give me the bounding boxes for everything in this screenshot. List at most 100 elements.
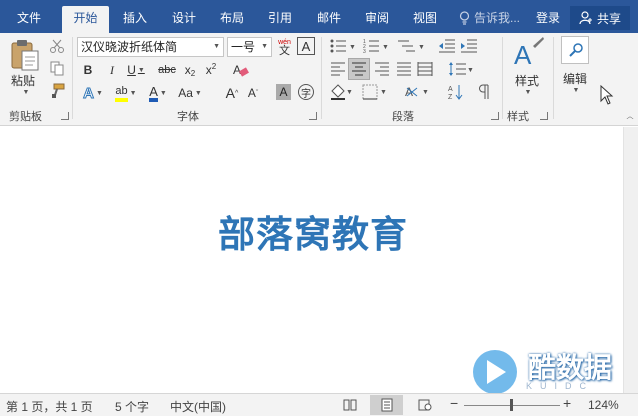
watermark-title: 酷数据 xyxy=(528,351,613,384)
separator xyxy=(72,37,73,119)
highlighter-icon: ab xyxy=(115,85,128,102)
document-text[interactable]: 部落窝教育 xyxy=(218,204,408,258)
zoom-in-button[interactable]: + xyxy=(563,395,571,411)
styles-button[interactable]: 样式 xyxy=(515,72,539,89)
person-icon xyxy=(579,11,592,25)
clipboard-group-label: 剪贴板 xyxy=(9,111,42,123)
svg-text:3: 3 xyxy=(363,49,366,54)
tab-mailings[interactable]: 邮件 xyxy=(308,6,350,33)
text-effects-button[interactable]: A ▼ xyxy=(80,83,106,103)
strikethrough-button[interactable]: abc xyxy=(156,61,178,79)
tab-insert[interactable]: 插入 xyxy=(114,6,156,33)
paste-dropdown[interactable]: ▼ xyxy=(20,89,30,96)
line-spacing-icon[interactable]: ▼ xyxy=(448,60,474,78)
copy-icon[interactable] xyxy=(49,60,65,76)
zoom-slider-thumb[interactable] xyxy=(510,399,513,411)
share-button[interactable]: 共享 xyxy=(570,6,630,30)
justify-icon[interactable] xyxy=(396,61,412,77)
mouse-cursor-icon xyxy=(600,85,614,105)
page-count[interactable]: 第 1 页，共 1 页 xyxy=(6,398,93,415)
bold-button[interactable]: B xyxy=(80,61,96,79)
print-layout-button[interactable] xyxy=(370,395,403,415)
collapse-ribbon-button[interactable]: ︿ xyxy=(624,111,634,121)
svg-text:▼: ▼ xyxy=(382,44,389,51)
paragraph-launcher[interactable] xyxy=(491,112,499,120)
styles-dropdown[interactable]: ▼ xyxy=(522,89,532,96)
multilevel-list-icon[interactable]: ▼ xyxy=(397,38,425,54)
editing-icon-box xyxy=(561,36,589,64)
paragraph-mark-icon[interactable] xyxy=(478,83,492,101)
char-border-button[interactable]: A xyxy=(297,37,315,55)
tab-home[interactable]: 开始 xyxy=(62,6,109,33)
clipboard-launcher[interactable] xyxy=(61,112,69,120)
borders-icon[interactable]: ▼ xyxy=(362,83,388,101)
phonetic-char: 文 xyxy=(279,45,290,57)
svg-text:▼: ▼ xyxy=(422,89,429,96)
italic-button[interactable]: I xyxy=(104,61,120,79)
shading-icon[interactable]: ▼ xyxy=(330,83,354,101)
editing-button[interactable]: 编辑 xyxy=(563,70,587,87)
paste-icon xyxy=(11,40,39,71)
styles-icon: A xyxy=(514,37,544,70)
numbering-icon[interactable]: 123▼ xyxy=(363,38,389,54)
font-launcher[interactable] xyxy=(309,112,317,120)
ribbon: 粘贴 ▼ 剪贴板 汉仪晓波折纸体简 ▼ 一号 ▼ wén 文 A B I U ▼ ab… xyxy=(0,33,638,126)
shrink-font-button[interactable]: Aˇ xyxy=(245,83,261,103)
font-color-button[interactable]: A ▼ xyxy=(145,83,171,103)
clear-formatting-icon[interactable]: A xyxy=(232,61,250,79)
tab-review[interactable]: 审阅 xyxy=(356,6,398,33)
increase-indent-icon[interactable] xyxy=(460,38,478,54)
chinese-layout-icon[interactable]: A ▼ xyxy=(404,83,430,101)
change-case-button[interactable]: Aa ▼ xyxy=(176,83,204,103)
decrease-indent-icon[interactable] xyxy=(438,38,456,54)
tab-view[interactable]: 视图 xyxy=(404,6,446,33)
underline-button[interactable]: U ▼ xyxy=(124,61,148,79)
editing-dropdown[interactable]: ▼ xyxy=(570,87,580,94)
separator xyxy=(502,37,503,119)
font-size-box[interactable]: 一号 ▼ xyxy=(227,37,272,57)
phonetic-guide-button[interactable]: wén 文 xyxy=(276,35,293,59)
align-right-icon[interactable] xyxy=(374,61,390,77)
highlight-button[interactable]: ab ▼ xyxy=(112,83,140,103)
svg-text:▼: ▼ xyxy=(380,89,387,96)
sort-icon[interactable]: AZ xyxy=(448,83,464,101)
tab-design[interactable]: 设计 xyxy=(163,6,205,33)
web-layout-icon[interactable] xyxy=(418,398,432,412)
chevron-down-icon: ▼ xyxy=(213,43,220,50)
ribbon-tab-bar: 文件 开始 插入 设计 布局 引用 邮件 审阅 视图 告诉我... 登录 共享 xyxy=(0,0,638,33)
enclose-chars-button[interactable]: 字 xyxy=(298,84,314,100)
text-effects-icon: A xyxy=(83,84,95,102)
cut-icon[interactable] xyxy=(49,38,65,54)
svg-text:A: A xyxy=(448,86,453,93)
format-painter-icon[interactable] xyxy=(49,83,65,99)
tab-file[interactable]: 文件 xyxy=(8,6,50,33)
align-center-button[interactable] xyxy=(348,58,370,80)
grow-font-button[interactable]: A ^ xyxy=(224,83,240,103)
zoom-out-button[interactable]: − xyxy=(450,395,458,411)
bullets-icon[interactable]: ▼ xyxy=(330,38,356,54)
align-left-icon[interactable] xyxy=(330,61,346,77)
read-mode-icon[interactable] xyxy=(343,398,357,412)
language-indicator[interactable]: 中文(中国) xyxy=(170,398,226,415)
subscript-button[interactable]: x2 xyxy=(181,61,199,79)
tell-me-text: 告诉我... xyxy=(474,11,521,25)
char-shading-button[interactable]: A xyxy=(276,84,291,100)
zoom-level[interactable]: 124% xyxy=(588,398,619,412)
font-group-label: 字体 xyxy=(177,111,199,123)
vertical-scrollbar[interactable] xyxy=(623,127,638,393)
paste-button[interactable]: 粘贴 xyxy=(11,72,35,89)
word-count[interactable]: 5 个字 xyxy=(115,398,149,415)
styles-group-label: 样式 xyxy=(507,111,529,123)
styles-launcher[interactable] xyxy=(540,112,548,120)
font-name-box[interactable]: 汉仪晓波折纸体简 ▼ xyxy=(77,37,224,57)
superscript-button[interactable]: x2 xyxy=(202,61,220,79)
font-size-value: 一号 xyxy=(231,40,256,54)
svg-text:▼: ▼ xyxy=(346,89,353,96)
separator xyxy=(321,37,322,119)
magnifier-icon xyxy=(569,43,583,57)
tell-me-box[interactable]: 告诉我... xyxy=(458,9,520,26)
login-link[interactable]: 登录 xyxy=(536,9,560,26)
tab-layout[interactable]: 布局 xyxy=(211,6,253,33)
tab-references[interactable]: 引用 xyxy=(259,6,301,33)
distributed-icon[interactable] xyxy=(417,61,433,77)
